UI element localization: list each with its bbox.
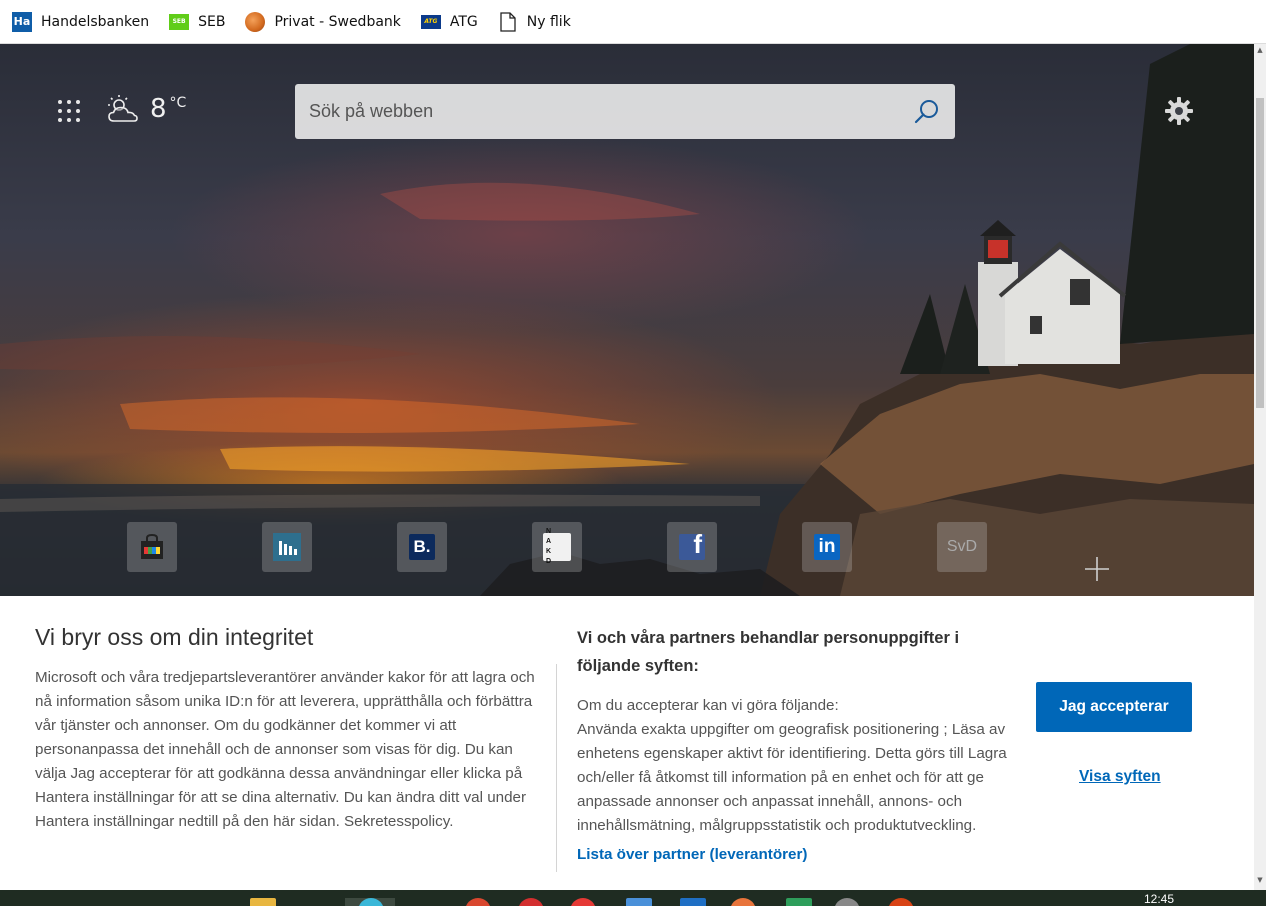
- partners-list-link[interactable]: Lista över partner (leverantörer): [577, 846, 807, 863]
- stats-tile[interactable]: [262, 522, 312, 572]
- svd-icon: SvD: [946, 538, 978, 555]
- scrollbar-thumb[interactable]: [1256, 98, 1264, 408]
- favorite-swedbank[interactable]: Privat - Swedbank: [245, 11, 401, 32]
- consent-purposes: Om du accepterar kan vi göra följande: A…: [577, 694, 1037, 838]
- favorite-label: Privat - Swedbank: [274, 13, 401, 30]
- taskbar-app-icon[interactable]: [465, 898, 491, 906]
- taskbar-app-icon[interactable]: [518, 898, 544, 906]
- windows-taskbar: 12:45: [0, 890, 1266, 906]
- web-search-box[interactable]: [295, 84, 955, 139]
- svd-tile[interactable]: SvD: [937, 522, 987, 572]
- weather-widget[interactable]: 8 °C: [106, 94, 186, 124]
- favorite-label: ATG: [449, 13, 478, 30]
- linkedin-tile[interactable]: in: [802, 522, 852, 572]
- scroll-up-arrow-icon[interactable]: ▲: [1254, 44, 1266, 56]
- nakd-icon: NAKD: [543, 528, 571, 565]
- taskbar-app-icon[interactable]: [680, 898, 706, 906]
- taskbar-app-icon[interactable]: [626, 898, 652, 906]
- show-purposes-link[interactable]: Visa syften: [1079, 768, 1161, 786]
- booking-tile[interactable]: B.: [397, 522, 447, 572]
- purposes-text: Använda exakta uppgifter om geografisk p…: [577, 721, 1007, 834]
- favorite-label: SEB: [198, 13, 226, 30]
- consent-divider: [556, 664, 557, 872]
- apps-grid-icon[interactable]: [58, 100, 80, 122]
- consent-title: Vi bryr oss om din integritet: [35, 624, 314, 650]
- facebook-icon: f: [679, 529, 705, 560]
- document-icon: [498, 11, 518, 32]
- favorite-atg[interactable]: ATG ATG: [420, 13, 478, 30]
- consent-body: Microsoft och våra tredjepartsleverantör…: [35, 669, 535, 830]
- nakd-tile[interactable]: NAKD: [532, 522, 582, 572]
- search-input[interactable]: [309, 101, 911, 122]
- seb-icon: SEB: [169, 13, 190, 30]
- favorite-label: Handelsbanken: [41, 13, 150, 30]
- taskbar-app-icon[interactable]: [730, 898, 756, 906]
- file-explorer-icon[interactable]: [250, 898, 276, 906]
- taskbar-app-icon[interactable]: [888, 898, 914, 906]
- facebook-tile[interactable]: f: [667, 522, 717, 572]
- favorite-handelsbanken[interactable]: Ha Handelsbanken: [12, 11, 150, 32]
- swedbank-icon: [245, 11, 266, 32]
- atg-icon: ATG: [420, 14, 441, 29]
- gear-icon[interactable]: [1164, 96, 1194, 126]
- hero-background: 8 °C Sök på webben B. NAKD f in SvD: [0, 44, 1254, 596]
- consent-purposes-title: Vi och våra partners behandlar personupp…: [577, 629, 960, 675]
- add-tile-plus-icon[interactable]: [1082, 554, 1112, 584]
- opera-icon[interactable]: [570, 898, 596, 906]
- purposes-intro: Om du accepterar kan vi göra följande:: [577, 697, 839, 714]
- scroll-down-arrow-icon[interactable]: ▼: [1254, 874, 1266, 886]
- partly-cloudy-icon: [108, 95, 138, 122]
- favorites-bar: Ha Handelsbanken SEB SEB Privat - Swedba…: [0, 0, 1266, 44]
- quick-links: B. NAKD f in SvD: [127, 522, 1127, 574]
- taskbar-app-icon[interactable]: [834, 898, 860, 906]
- search-icon[interactable]: [911, 97, 941, 127]
- shopping-bag-icon: [141, 533, 163, 559]
- favorite-ny-flik[interactable]: Ny flik: [498, 11, 571, 32]
- favorite-seb[interactable]: SEB SEB: [169, 13, 226, 30]
- weather-temperature: 8: [150, 94, 167, 124]
- linkedin-icon: in: [814, 534, 840, 560]
- weather-unit: °C: [169, 95, 187, 111]
- booking-icon: B.: [409, 534, 435, 560]
- handelsbanken-icon: Ha: [12, 11, 32, 32]
- accept-button[interactable]: Jag accepterar: [1036, 682, 1192, 732]
- favorite-label: Ny flik: [526, 13, 571, 30]
- chart-icon: [273, 533, 301, 561]
- shopping-tile[interactable]: [127, 522, 177, 572]
- privacy-consent-banner: Vi bryr oss om din integritet Microsoft …: [0, 596, 1254, 890]
- taskbar-app-icon[interactable]: [786, 898, 812, 906]
- taskbar-clock[interactable]: 12:45: [1144, 892, 1174, 906]
